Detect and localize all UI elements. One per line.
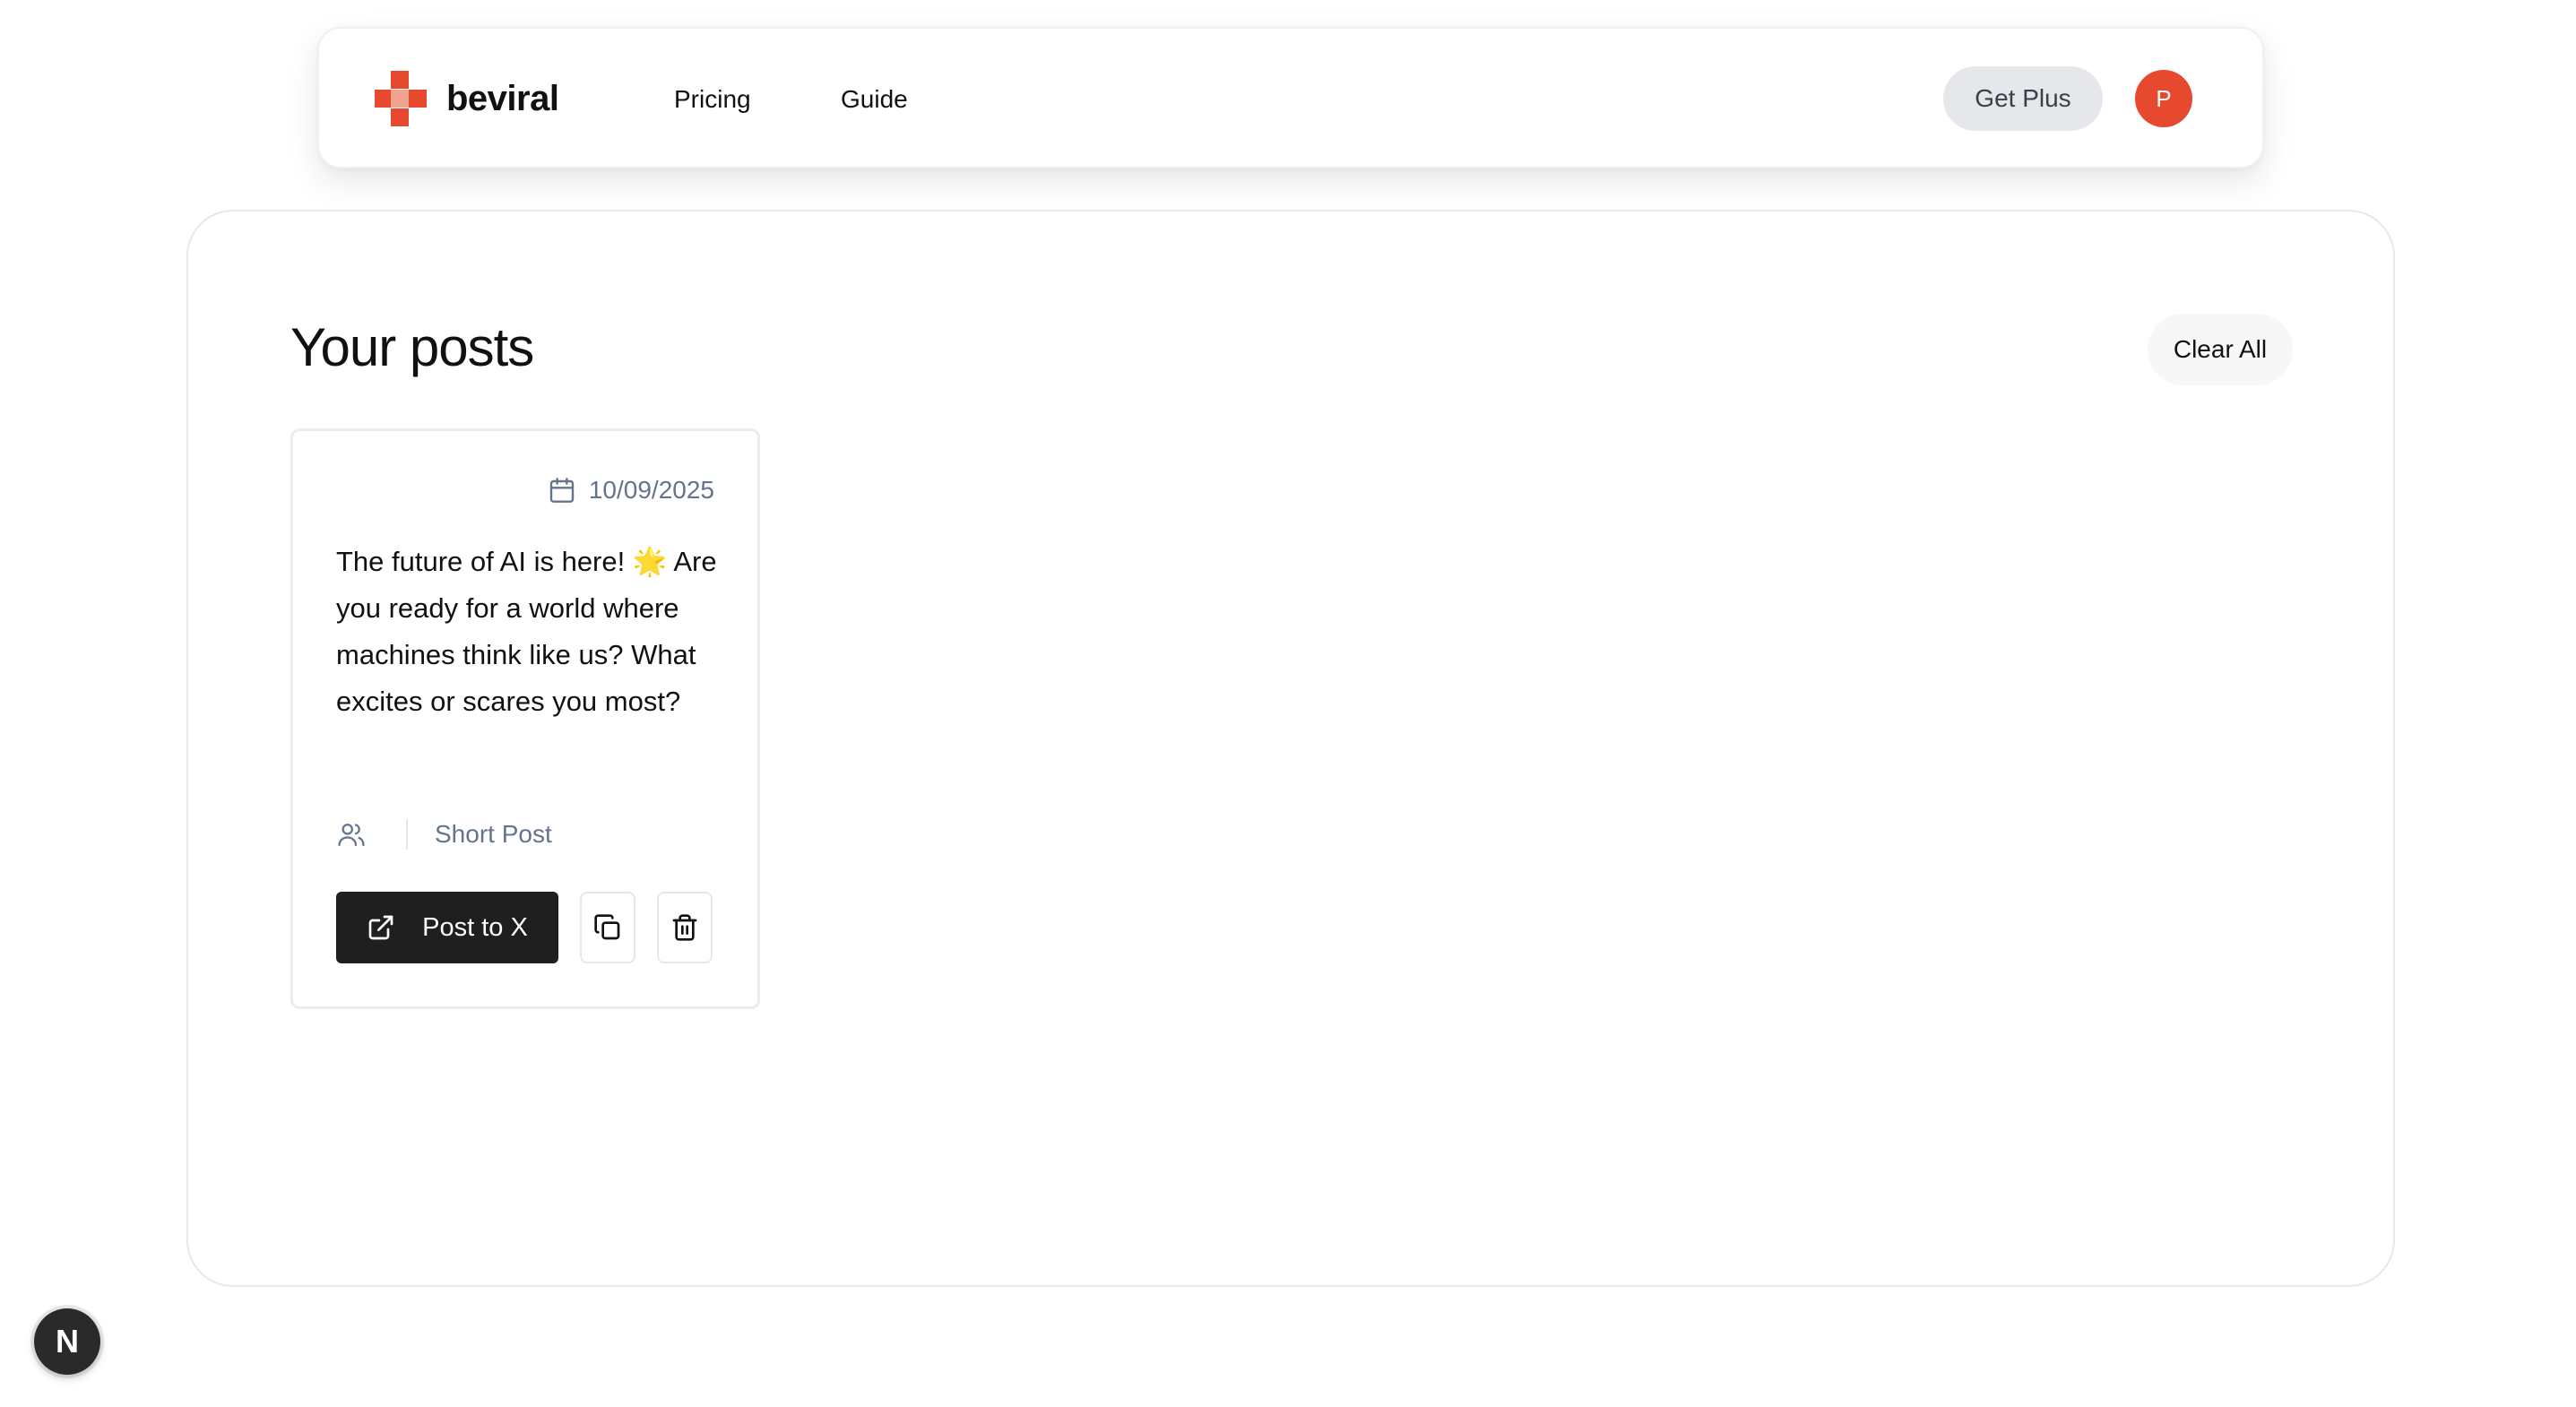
copy-post-button[interactable] (580, 892, 635, 963)
post-to-x-button[interactable]: Post to X (336, 892, 558, 963)
nav-link-guide[interactable]: Guide (841, 79, 908, 120)
post-type-label: Short Post (435, 820, 552, 848)
post-to-x-label: Post to X (422, 912, 528, 942)
brand-logo[interactable]: beviral (375, 71, 559, 126)
post-date-text: 10/09/2025 (588, 476, 714, 504)
delete-post-button[interactable] (657, 892, 713, 963)
clear-all-button[interactable]: Clear All (2148, 314, 2293, 385)
nextjs-n-icon: N (56, 1323, 79, 1360)
top-navbar: beviral Pricing Guide Get Plus P (317, 27, 2264, 168)
post-content: The future of AI is here! 🌟 Are you read… (336, 546, 717, 717)
get-plus-button[interactable]: Get Plus (1943, 66, 2103, 131)
post-date: 10/09/2025 (548, 476, 714, 505)
user-avatar[interactable]: P (2135, 70, 2192, 127)
posts-panel: Your posts Clear All 10/09/2025 The futu… (186, 210, 2395, 1287)
post-meta: Short Post (336, 816, 552, 852)
page-title: Your posts (290, 317, 534, 377)
trash-icon (672, 914, 697, 941)
brand-name: beviral (446, 78, 559, 118)
post-card: 10/09/2025 The future of AI is here! 🌟 A… (290, 428, 760, 1009)
nextjs-dev-badge[interactable]: N (34, 1308, 100, 1375)
meta-divider (406, 819, 408, 850)
nav-link-pricing[interactable]: Pricing (674, 79, 751, 120)
external-link-icon (368, 915, 393, 940)
copy-icon (594, 914, 620, 940)
calendar-icon (549, 478, 575, 503)
users-icon (338, 824, 365, 847)
beviral-logo-icon (375, 71, 427, 126)
